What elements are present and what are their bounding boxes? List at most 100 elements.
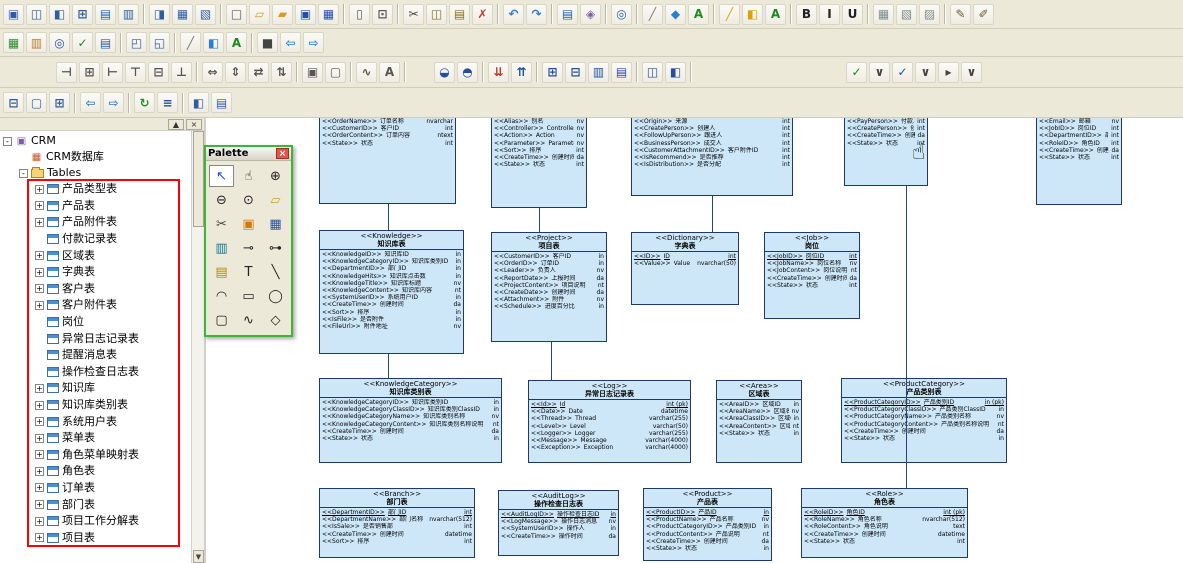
column-list-icon[interactable]: ▥ [588,62,609,83]
expand-toggle-icon[interactable]: + [35,434,44,443]
diagram-canvas[interactable]: <<OrderName>>订单名称nvarchar<<CustomerID>>客… [206,118,1183,563]
validate-options-icon[interactable]: ∨ [915,62,936,83]
validate-icon[interactable]: ✓ [892,62,913,83]
export-image-icon[interactable]: ▨ [919,4,940,25]
panel-close-button[interactable]: × [186,119,202,130]
scroll-up-button[interactable]: ▲ [168,119,184,130]
expand-all-icon[interactable]: ⊞ [49,92,70,113]
tree-item-table[interactable]: +知识库 [0,380,191,397]
same-width-icon[interactable]: ⇔ [202,62,223,83]
collapse-all-icon[interactable]: ⊟ [3,92,24,113]
undo-icon[interactable]: ↶ [503,4,524,25]
scroll-down-button[interactable]: ▼ [193,550,204,563]
expand-toggle-icon[interactable]: + [35,417,44,426]
tree-item-table[interactable]: +字典表 [0,264,191,281]
delete-tool[interactable]: ✂ [209,213,234,235]
font-icon[interactable]: A [379,62,400,83]
properties-view-icon[interactable]: ▢ [26,92,47,113]
arc-tool[interactable]: ◠ [209,285,234,307]
palette-titlebar[interactable]: Palette × [206,147,291,161]
tree-item-table[interactable]: +客户表 [0,281,191,298]
model-list-icon[interactable]: ▤ [95,32,116,53]
format-fill-icon[interactable]: ◧ [203,32,224,53]
align-left-icon[interactable]: ⊣ [56,62,77,83]
panel-scrollbar[interactable]: ▼ [191,131,204,563]
italic-icon[interactable]: I [819,4,840,25]
expand-toggle-icon[interactable]: + [35,401,44,410]
entity-audit-log-table[interactable]: <<AuditLog>>操作检查日志表<<AuditLogID>>操作检查日志I… [498,490,619,556]
index-list-icon[interactable]: ▤ [611,62,632,83]
open-diagram-tool[interactable]: ▱ [263,189,288,211]
check-options-icon[interactable]: ∨ [869,62,890,83]
polygon-tool[interactable]: ◇ [263,309,288,331]
view-list-icon[interactable]: ⊟ [565,62,586,83]
copy-icon[interactable]: ◫ [426,4,447,25]
tree-item-table[interactable]: +角色表 [0,463,191,480]
expand-toggle-icon[interactable]: + [35,517,44,526]
result-list-icon[interactable]: ◨ [149,4,170,25]
expand-toggle-icon[interactable]: + [35,467,44,476]
reference-tool[interactable]: ⊸ [236,237,261,259]
tree-item-table[interactable]: +项目工作分解表 [0,513,191,530]
expand-toggle-icon[interactable]: + [35,201,44,210]
entity-product-category-table[interactable]: <<ProductCategory>>产品类别表<<ProductCategor… [841,378,1007,463]
back-icon[interactable]: ⇦ [80,92,101,113]
browser-window-icon[interactable]: ▤ [95,4,116,25]
new-icon[interactable]: □ [226,4,247,25]
properties-tool[interactable]: ▣ [236,213,261,235]
update-database-icon[interactable]: ⇈ [511,62,532,83]
tree-item-table[interactable]: +系统用户表 [0,413,191,430]
open-workspace-icon[interactable]: ▰ [272,4,293,25]
redo-icon[interactable]: ↷ [526,4,547,25]
view-reference-tool[interactable]: ⊶ [263,237,288,259]
package-icon[interactable]: ◈ [580,4,601,25]
grabber-tool[interactable]: ☝ [236,165,261,187]
font-color-icon[interactable]: A [765,4,786,25]
pencil-icon[interactable]: ✐ [973,4,994,25]
forward-icon[interactable]: ⇨ [103,92,124,113]
space-vertical-icon[interactable]: ⇅ [271,62,292,83]
new-window-icon[interactable]: ◱ [149,32,170,53]
pen-icon[interactable]: ✎ [950,4,971,25]
ellipse-tool[interactable]: ◯ [263,285,288,307]
collapse-toggle-icon[interactable]: - [3,137,12,146]
merge-model-icon[interactable]: ◫ [642,62,663,83]
align-middle-icon[interactable]: ⊟ [148,62,169,83]
tree-item-table[interactable]: +项目表 [0,529,191,546]
table-list-icon[interactable]: ⊞ [542,62,563,83]
float-view-icon[interactable]: ▤ [211,92,232,113]
paste-icon[interactable]: ▤ [449,4,470,25]
tree-node-model[interactable]: ▦ CRM数据库 [0,149,191,165]
tree-item-table[interactable]: +产品附件表 [0,214,191,231]
polyline-tool[interactable]: ∿ [236,309,261,331]
dock-left-icon[interactable]: ◧ [188,92,209,113]
entity-branch-table[interactable]: <<Branch>>部门表<<DepartmentID>>部门IDint<<De… [319,488,475,558]
save-all-icon[interactable]: ▦ [318,4,339,25]
expand-toggle-icon[interactable]: + [35,483,44,492]
print-icon[interactable]: ⊡ [372,4,393,25]
entity-order-table[interactable]: <<OrderName>>订单名称nvarchar<<CustomerID>>客… [319,118,456,204]
expand-toggle-icon[interactable]: + [35,284,44,293]
bold-icon[interactable]: B [796,4,817,25]
align-center-icon[interactable]: ⊞ [79,62,100,83]
expand-toggle-icon[interactable]: + [35,268,44,277]
palette-close-button[interactable]: × [276,148,289,159]
expand-toggle-icon[interactable]: + [35,251,44,260]
align-top-icon[interactable]: ⊤ [125,62,146,83]
diagram-image-icon[interactable]: ▧ [896,4,917,25]
split-view-icon[interactable]: ◰ [126,32,147,53]
zoom-in-tool[interactable]: ⊕ [263,165,288,187]
code-window-icon[interactable]: ▧ [195,4,216,25]
refresh-icon[interactable]: ↻ [134,92,155,113]
database-user-icon[interactable]: ◓ [457,62,478,83]
save-icon[interactable]: ▣ [295,4,316,25]
entity-knowledge-table[interactable]: <<Knowledge>>知识库表<<KnowledgeID>>知识库IDin<… [319,230,464,354]
link-style-icon[interactable]: ∿ [356,62,377,83]
tree-item-table[interactable]: 岗位 [0,314,191,331]
tree-item-table[interactable]: +知识库类别表 [0,397,191,414]
expand-toggle-icon[interactable]: + [35,500,44,509]
zoom-window-tool[interactable]: ⊙ [236,189,261,211]
collapse-toggle-icon[interactable]: - [19,169,28,178]
import-model-icon[interactable]: ▥ [26,32,47,53]
line-color-icon[interactable]: ╱ [719,4,740,25]
